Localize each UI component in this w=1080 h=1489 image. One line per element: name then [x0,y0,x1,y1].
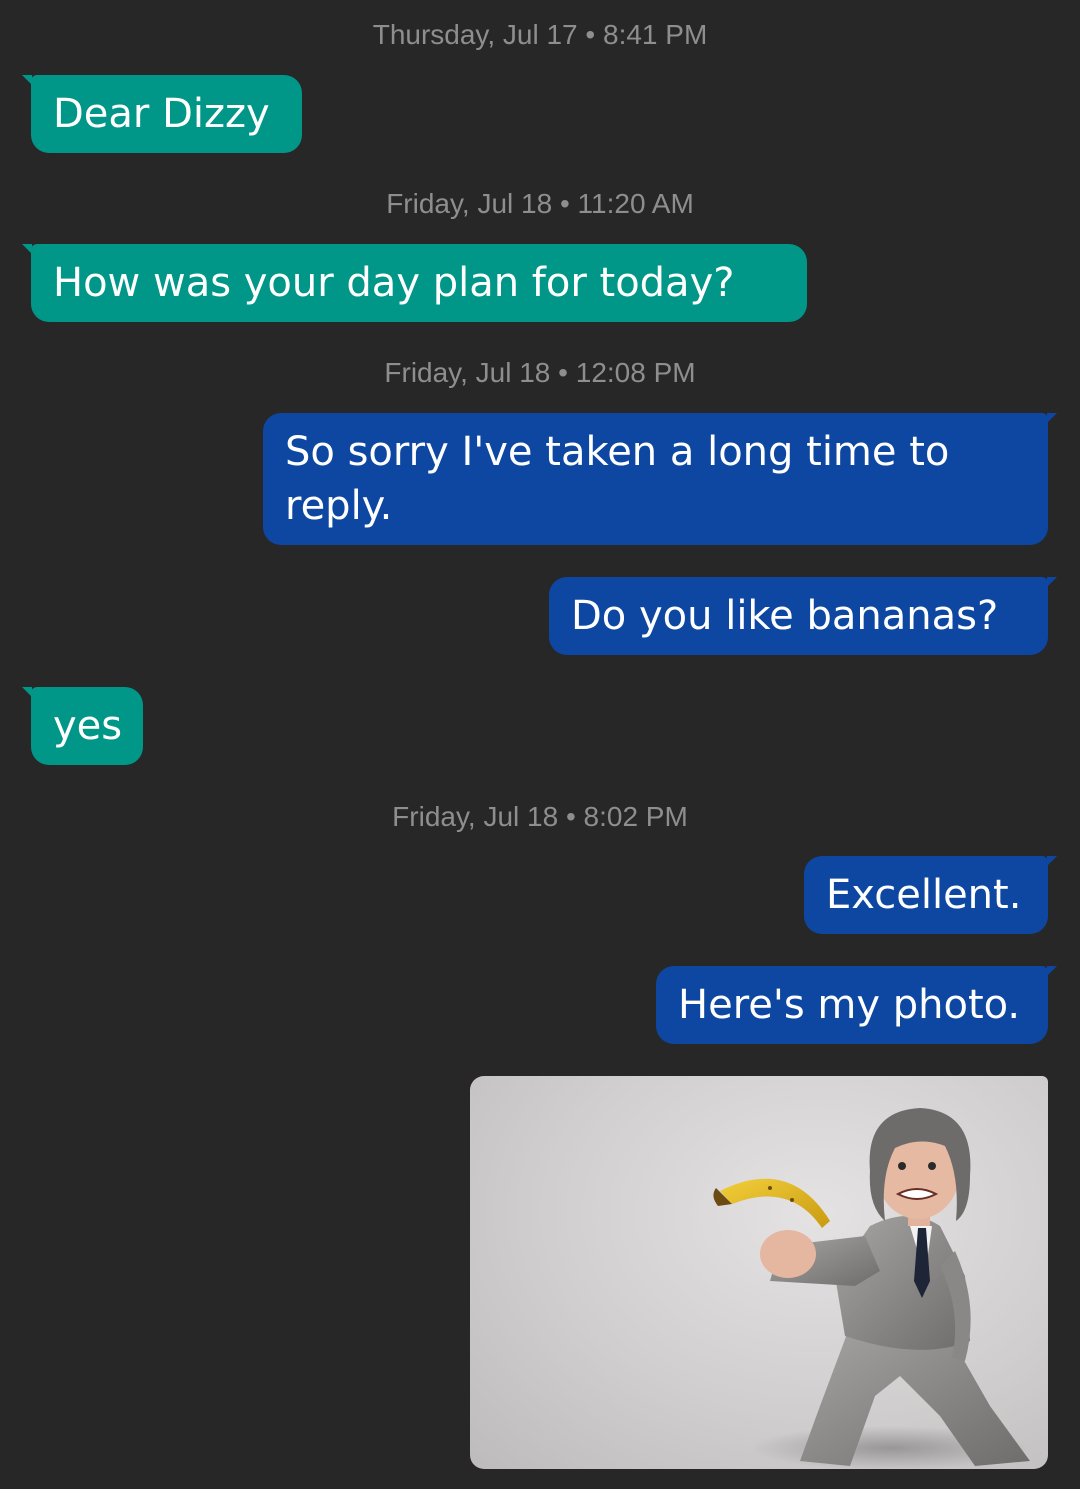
timestamp-divider: Friday, Jul 18 • 12:08 PM [384,357,696,388]
photo-attachment[interactable] [470,1076,1048,1469]
timestamp-divider: Friday, Jul 18 • 8:02 PM [392,801,688,832]
timestamp-divider: Friday, Jul 18 • 11:20 AM [386,188,694,219]
outgoing-message-bubble[interactable]: So sorry I've taken a long time to reply… [263,413,1057,545]
incoming-message-bubble[interactable]: Dear Dizzy [22,75,302,153]
outgoing-message-bubble[interactable]: Do you like bananas? [549,577,1057,655]
photo-of-man-holding-banana-icon [713,1108,1030,1469]
outgoing-message-bubble[interactable]: Excellent. [804,856,1057,934]
outgoing-message-bubble[interactable]: Here's my photo. [656,966,1057,1044]
incoming-message-bubble[interactable]: yes [22,687,143,765]
incoming-message-bubble[interactable]: How was your day plan for today? [22,244,807,322]
timestamp-divider: Thursday, Jul 17 • 8:41 PM [372,19,708,50]
